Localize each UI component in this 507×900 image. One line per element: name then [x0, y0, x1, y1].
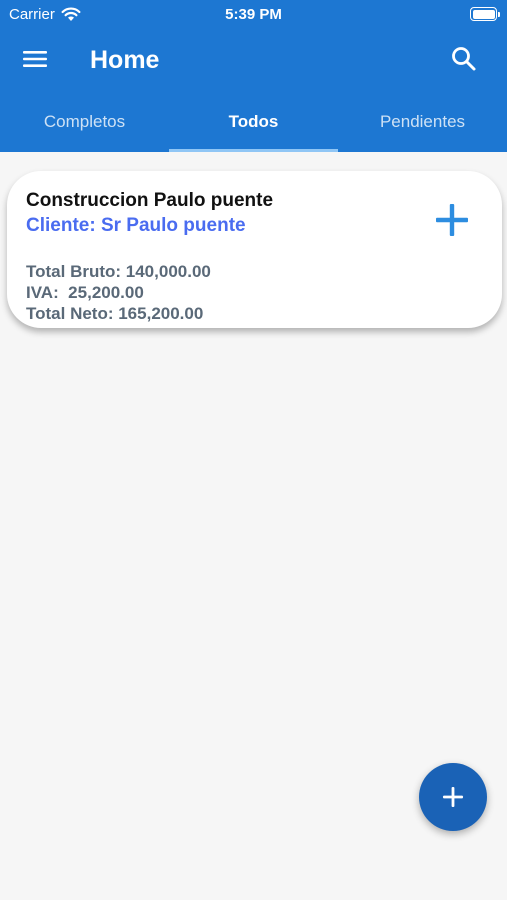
add-button[interactable] [419, 763, 487, 831]
tab-bar: Completos Todos Pendientes [0, 100, 507, 152]
plus-icon [443, 787, 463, 807]
total-bruto: Total Bruto: 140,000.00 [26, 262, 211, 281]
battery-icon [470, 7, 500, 21]
tab-completos[interactable]: Completos [0, 100, 169, 152]
page-title: Home [90, 46, 160, 74]
item-client: Cliente: Sr Paulo puente [26, 215, 246, 236]
iva-amount: IVA: 25,200.00 [26, 283, 144, 302]
list-item[interactable]: Construccion Paulo puente Cliente: Sr Pa… [7, 171, 502, 328]
menu-icon[interactable] [21, 45, 49, 73]
add-icon[interactable] [433, 201, 471, 239]
tab-todos[interactable]: Todos [169, 100, 338, 152]
status-time: 5:39 PM [225, 6, 282, 23]
tab-pendientes[interactable]: Pendientes [338, 100, 507, 152]
item-title: Construccion Paulo puente [26, 190, 274, 211]
item-totals: Total Bruto: 140,000.00 IVA: 25,200.00 Tot… [26, 261, 211, 324]
app-bar: Carrier 5:39 PM Home Completos Todos Pen… [0, 0, 507, 152]
status-bar: Carrier 5:39 PM [0, 0, 507, 30]
search-icon[interactable] [449, 44, 479, 74]
total-neto: Total Neto: 165,200.00 [26, 304, 204, 323]
